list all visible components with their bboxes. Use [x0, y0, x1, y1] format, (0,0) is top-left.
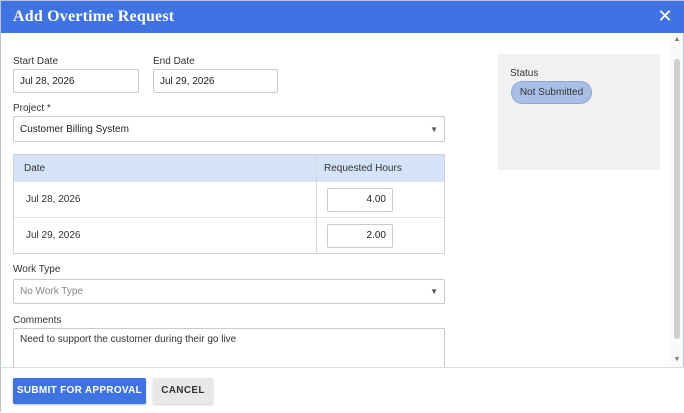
- hours-table: Date Requested Hours Jul 28, 2026 4.00 J…: [13, 154, 445, 254]
- dialog-title: Add Overtime Request: [13, 8, 175, 25]
- scrollbar-thumb[interactable]: [674, 59, 680, 339]
- table-row: Jul 28, 2026 4.00: [14, 181, 444, 217]
- table-row: Jul 29, 2026 2.00: [14, 217, 444, 253]
- work-type-select[interactable]: No Work Type ▼: [13, 279, 445, 304]
- work-type-placeholder: No Work Type: [20, 286, 83, 297]
- status-panel: Status Not Submitted: [498, 54, 660, 170]
- comments-label: Comments: [13, 315, 62, 326]
- table-header: Date Requested Hours: [14, 155, 444, 181]
- dialog-titlebar: Add Overtime Request ✕: [1, 1, 684, 33]
- close-icon[interactable]: ✕: [655, 6, 675, 26]
- end-date-field[interactable]: Jul 29, 2026: [153, 69, 278, 93]
- column-divider: [316, 155, 317, 253]
- requested-hours-input[interactable]: 4.00: [327, 188, 393, 212]
- project-label: Project *: [13, 103, 51, 114]
- comments-textarea[interactable]: Need to support the customer during thei…: [13, 328, 445, 367]
- start-date-field[interactable]: Jul 28, 2026: [13, 69, 139, 93]
- project-value: Customer Billing System: [20, 123, 129, 135]
- row-date: Jul 29, 2026: [26, 230, 81, 241]
- column-header-requested-hours: Requested Hours: [324, 163, 402, 174]
- dialog-body: Start Date Jul 28, 2026 End Date Jul 29,…: [1, 33, 671, 367]
- project-select[interactable]: Customer Billing System ▼: [13, 116, 445, 142]
- row-date: Jul 28, 2026: [26, 194, 81, 205]
- chevron-down-icon: ▼: [430, 287, 438, 296]
- scroll-down-icon[interactable]: ▼: [673, 355, 681, 365]
- cancel-button[interactable]: CANCEL: [153, 378, 213, 404]
- end-date-label: End Date: [153, 56, 195, 67]
- submit-for-approval-button[interactable]: SUBMIT FOR APPROVAL: [13, 378, 146, 404]
- scroll-up-icon[interactable]: ▲: [673, 35, 681, 45]
- chevron-down-icon: ▼: [430, 124, 438, 134]
- requested-hours-input[interactable]: 2.00: [327, 224, 393, 248]
- start-date-label: Start Date: [13, 56, 59, 67]
- status-badge: Not Submitted: [511, 81, 592, 104]
- vertical-scrollbar[interactable]: ▲ ▼: [671, 33, 683, 367]
- dialog-footer: SUBMIT FOR APPROVAL CANCEL: [1, 367, 684, 413]
- end-date-value: Jul 29, 2026: [160, 75, 215, 87]
- work-type-label: Work Type: [13, 264, 61, 275]
- overtime-request-dialog: Add Overtime Request ✕ Start Date Jul 28…: [0, 0, 684, 413]
- start-date-value: Jul 28, 2026: [20, 75, 75, 87]
- column-header-date: Date: [24, 163, 46, 174]
- status-label: Status: [510, 68, 539, 79]
